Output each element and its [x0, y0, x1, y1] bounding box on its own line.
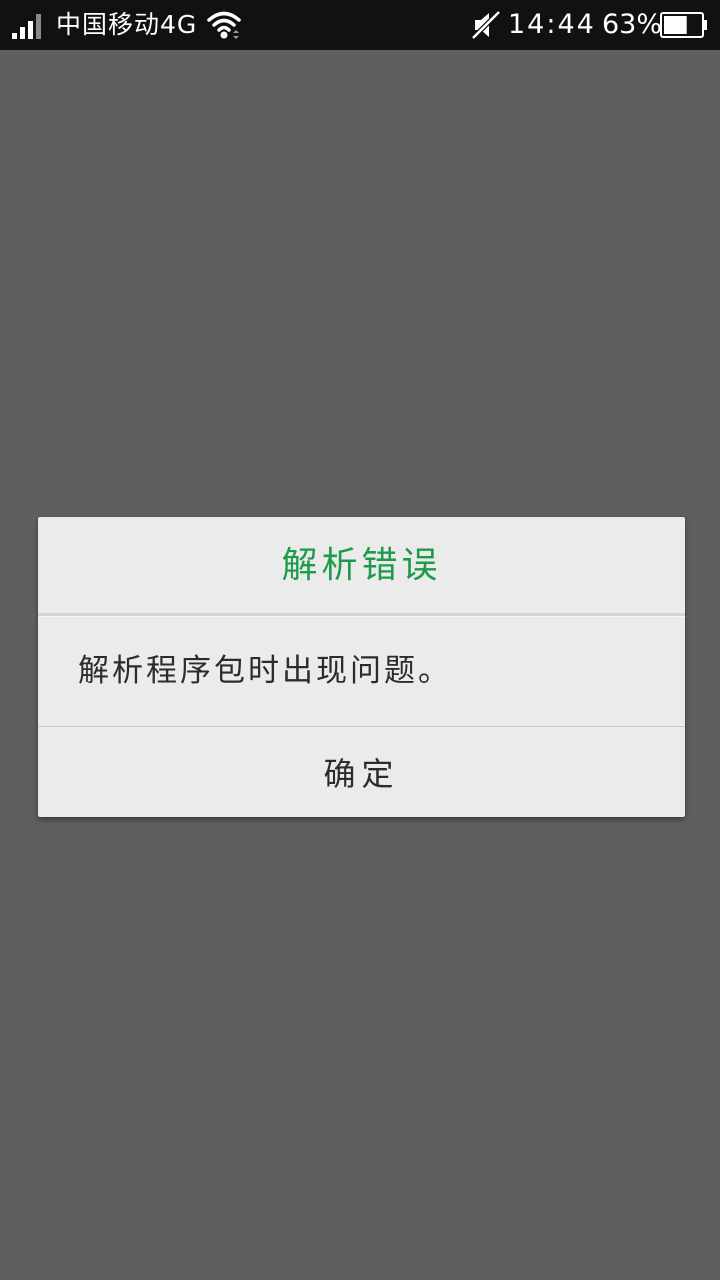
signal-icon [12, 14, 41, 39]
dialog-title: 解析错误 [281, 545, 442, 586]
carrier-label: 中国移动4G [56, 10, 198, 39]
wifi-icon [207, 11, 241, 39]
parse-error-dialog: 解析错误 解析程序包时出现问题。 确定 [38, 517, 685, 817]
screen: 中国移动4G 14:44 63% 解析错误 解析程序包时出现问题。 确定 [0, 0, 720, 1280]
battery-percent: 63% [602, 9, 663, 40]
mute-icon [471, 10, 501, 40]
dialog-message: 解析程序包时出现问题。 [78, 653, 452, 689]
battery-icon [660, 12, 707, 38]
ok-button[interactable]: 确定 [38, 727, 685, 817]
status-bar: 中国移动4G 14:44 63% [0, 0, 720, 50]
clock: 14:44 [508, 9, 596, 40]
